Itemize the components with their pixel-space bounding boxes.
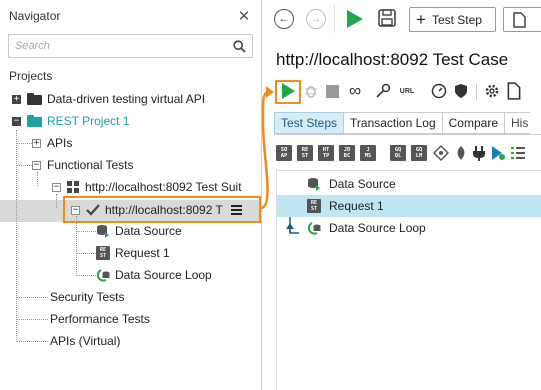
tab-compare[interactable]: Compare [442, 112, 505, 134]
rest-step-icon[interactable]: RE ST [297, 145, 313, 161]
step-label: Data Source Loop [329, 221, 426, 235]
list-step-icon[interactable] [510, 145, 526, 161]
data-source-icon [308, 178, 320, 191]
tab-history[interactable]: His [505, 112, 531, 134]
groovy-script-icon[interactable] [454, 145, 468, 161]
jdbc-step-icon[interactable]: JD BC [339, 145, 355, 161]
plug-icon[interactable] [472, 145, 486, 161]
graphql-step-icon[interactable]: GQ QL [390, 145, 406, 161]
http-step-icon[interactable]: HT TP [318, 145, 334, 161]
rest-request-icon: RE ST [307, 199, 321, 213]
soap-step-icon[interactable]: SO AP [276, 145, 292, 161]
step-label: Data Source [329, 177, 396, 191]
run-step-icon[interactable] [490, 145, 506, 161]
jms-step-icon[interactable]: J MS [360, 145, 376, 161]
editor-tabs: Test Steps Transaction Log Compare His [274, 112, 531, 134]
tab-transaction-log[interactable]: Transaction Log [344, 112, 443, 134]
flow-step-icon[interactable] [433, 145, 449, 161]
graphql-mutation-step-icon[interactable]: GQ LM [411, 145, 427, 161]
tabs-divider [274, 134, 541, 135]
step-row-request-1[interactable]: RE ST Request 1 [277, 195, 541, 217]
step-row-data-source[interactable]: Data Source [277, 173, 541, 195]
test-steps-list: Data Source RE ST Request 1 Data Source L… [276, 170, 541, 390]
step-row-data-source-loop[interactable]: Data Source Loop [277, 217, 541, 239]
tab-test-steps[interactable]: Test Steps [274, 112, 345, 134]
step-label: Request 1 [329, 199, 384, 213]
data-source-loop-icon [307, 222, 321, 235]
